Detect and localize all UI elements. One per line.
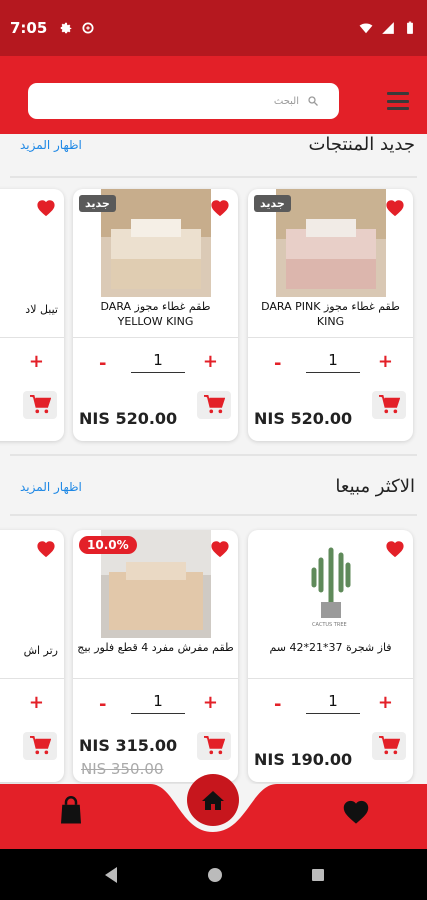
product-card[interactable]: 10.0% طقم مفرش مفرد 4 قطع فلور بيج - 1 +… bbox=[73, 530, 238, 782]
quantity-stepper: - 1 + bbox=[248, 347, 413, 381]
old-price: NIS 350.00 bbox=[81, 760, 164, 778]
product-image[interactable]: CACTUS TREE bbox=[276, 530, 386, 638]
cart-icon bbox=[30, 736, 51, 755]
add-to-cart-button[interactable] bbox=[372, 732, 406, 760]
product-price: NIS 520.00 bbox=[254, 409, 353, 428]
image-caption: CACTUS TREE bbox=[312, 622, 347, 628]
product-image[interactable] bbox=[276, 189, 386, 297]
show-more-link[interactable]: اظهار المزيد bbox=[20, 480, 82, 494]
heart-icon[interactable] bbox=[385, 540, 405, 558]
add-to-cart-button[interactable] bbox=[372, 391, 406, 419]
cart-icon bbox=[204, 395, 225, 414]
divider bbox=[0, 337, 64, 338]
add-to-cart-button[interactable] bbox=[23, 391, 57, 419]
increase-button[interactable]: + bbox=[378, 692, 393, 713]
heart-icon[interactable] bbox=[36, 199, 56, 217]
search-input[interactable]: البحث bbox=[28, 83, 339, 119]
quantity-value[interactable]: 1 bbox=[306, 351, 360, 373]
data-saver-icon bbox=[82, 22, 94, 34]
increase-button[interactable]: + bbox=[378, 351, 393, 372]
section-title: الاكثر مبيعا bbox=[335, 476, 415, 497]
quantity-stepper: - 1 + bbox=[248, 688, 413, 722]
main-content: جديد المنتجات اظهار المزيد جديد طقم غطاء… bbox=[0, 134, 427, 784]
new-products-header: جديد المنتجات اظهار المزيد bbox=[0, 134, 427, 164]
system-nav-bar bbox=[0, 849, 427, 900]
quantity-value[interactable]: 1 bbox=[131, 351, 185, 373]
shopping-bag-icon[interactable] bbox=[56, 796, 86, 826]
new-badge: جديد bbox=[79, 195, 116, 212]
heart-icon[interactable] bbox=[210, 540, 230, 558]
decrease-button[interactable]: - bbox=[99, 353, 106, 374]
wifi-icon bbox=[359, 23, 373, 34]
product-card[interactable]: جديد طقم غطاء مجوز DARA YELLOW KING - 1 … bbox=[73, 189, 238, 441]
home-icon bbox=[202, 791, 224, 810]
divider bbox=[248, 678, 413, 679]
product-card[interactable]: تيبل لاد + bbox=[0, 189, 64, 441]
bottom-nav bbox=[0, 774, 427, 849]
app-header: البحث bbox=[0, 56, 427, 134]
product-price: NIS 520.00 bbox=[79, 409, 178, 428]
product-card[interactable]: CACTUS TREE فاز شجرة 37*21*42 سم - 1 + N… bbox=[248, 530, 413, 782]
home-system-icon[interactable] bbox=[207, 867, 223, 883]
heart-icon[interactable] bbox=[385, 199, 405, 217]
best-sellers-header: الاكثر مبيعا اظهار المزيد bbox=[0, 476, 427, 506]
divider bbox=[10, 176, 417, 178]
cart-icon bbox=[379, 736, 400, 755]
product-name[interactable]: طقم غطاء مجوز DARA YELLOW KING bbox=[77, 299, 234, 339]
divider bbox=[10, 454, 417, 456]
add-to-cart-button[interactable] bbox=[197, 732, 231, 760]
product-price: NIS 190.00 bbox=[254, 750, 353, 769]
search-placeholder: البحث bbox=[273, 95, 299, 107]
home-button[interactable] bbox=[187, 774, 239, 826]
quantity-value[interactable]: 1 bbox=[306, 692, 360, 714]
settings-icon bbox=[61, 22, 72, 34]
heart-icon[interactable] bbox=[36, 540, 56, 558]
increase-button[interactable]: + bbox=[203, 692, 218, 713]
product-name[interactable]: طقم مفرش مفرد 4 قطع فلور بيج bbox=[77, 640, 234, 680]
status-time: 7:05 bbox=[10, 19, 48, 37]
product-name[interactable]: طقم غطاء مجوز DARA PINK KING bbox=[252, 299, 409, 339]
product-card[interactable]: جديد طقم غطاء مجوز DARA PINK KING - 1 + … bbox=[248, 189, 413, 441]
menu-icon[interactable] bbox=[387, 92, 409, 110]
divider bbox=[10, 514, 417, 516]
divider bbox=[73, 337, 238, 338]
favorites-icon[interactable] bbox=[342, 799, 370, 825]
section-title: جديد المنتجات bbox=[308, 134, 415, 155]
battery-icon bbox=[407, 21, 413, 34]
quantity-stepper: - 1 + bbox=[73, 688, 238, 722]
quantity-stepper: - 1 + bbox=[73, 347, 238, 381]
increase-button[interactable]: + bbox=[29, 351, 44, 372]
increase-button[interactable]: + bbox=[203, 351, 218, 372]
back-icon[interactable] bbox=[103, 866, 119, 884]
quantity-value[interactable]: 1 bbox=[131, 692, 185, 714]
heart-icon[interactable] bbox=[210, 199, 230, 217]
signal-icon bbox=[382, 22, 394, 34]
decrease-button[interactable]: - bbox=[99, 694, 106, 715]
cart-icon bbox=[379, 395, 400, 414]
recents-icon[interactable] bbox=[311, 868, 325, 882]
divider bbox=[248, 337, 413, 338]
divider bbox=[73, 678, 238, 679]
cart-icon bbox=[30, 395, 51, 414]
product-name[interactable]: فاز شجرة 37*21*42 سم bbox=[252, 640, 409, 680]
search-icon bbox=[308, 96, 318, 106]
new-badge: جديد bbox=[254, 195, 291, 212]
product-name[interactable]: رتر اش bbox=[24, 644, 58, 657]
divider bbox=[0, 678, 64, 679]
status-bar: 7:05 bbox=[0, 0, 427, 56]
add-to-cart-button[interactable] bbox=[23, 732, 57, 760]
product-image[interactable] bbox=[101, 189, 211, 297]
cart-icon bbox=[204, 736, 225, 755]
discount-badge: 10.0% bbox=[79, 536, 137, 554]
show-more-link[interactable]: اظهار المزيد bbox=[20, 138, 82, 152]
product-price: NIS 315.00 bbox=[79, 736, 178, 755]
product-card[interactable]: رتر اش + bbox=[0, 530, 64, 782]
product-name[interactable]: تيبل لاد bbox=[25, 303, 58, 316]
add-to-cart-button[interactable] bbox=[197, 391, 231, 419]
decrease-button[interactable]: - bbox=[274, 353, 281, 374]
decrease-button[interactable]: - bbox=[274, 694, 281, 715]
increase-button[interactable]: + bbox=[29, 692, 44, 713]
